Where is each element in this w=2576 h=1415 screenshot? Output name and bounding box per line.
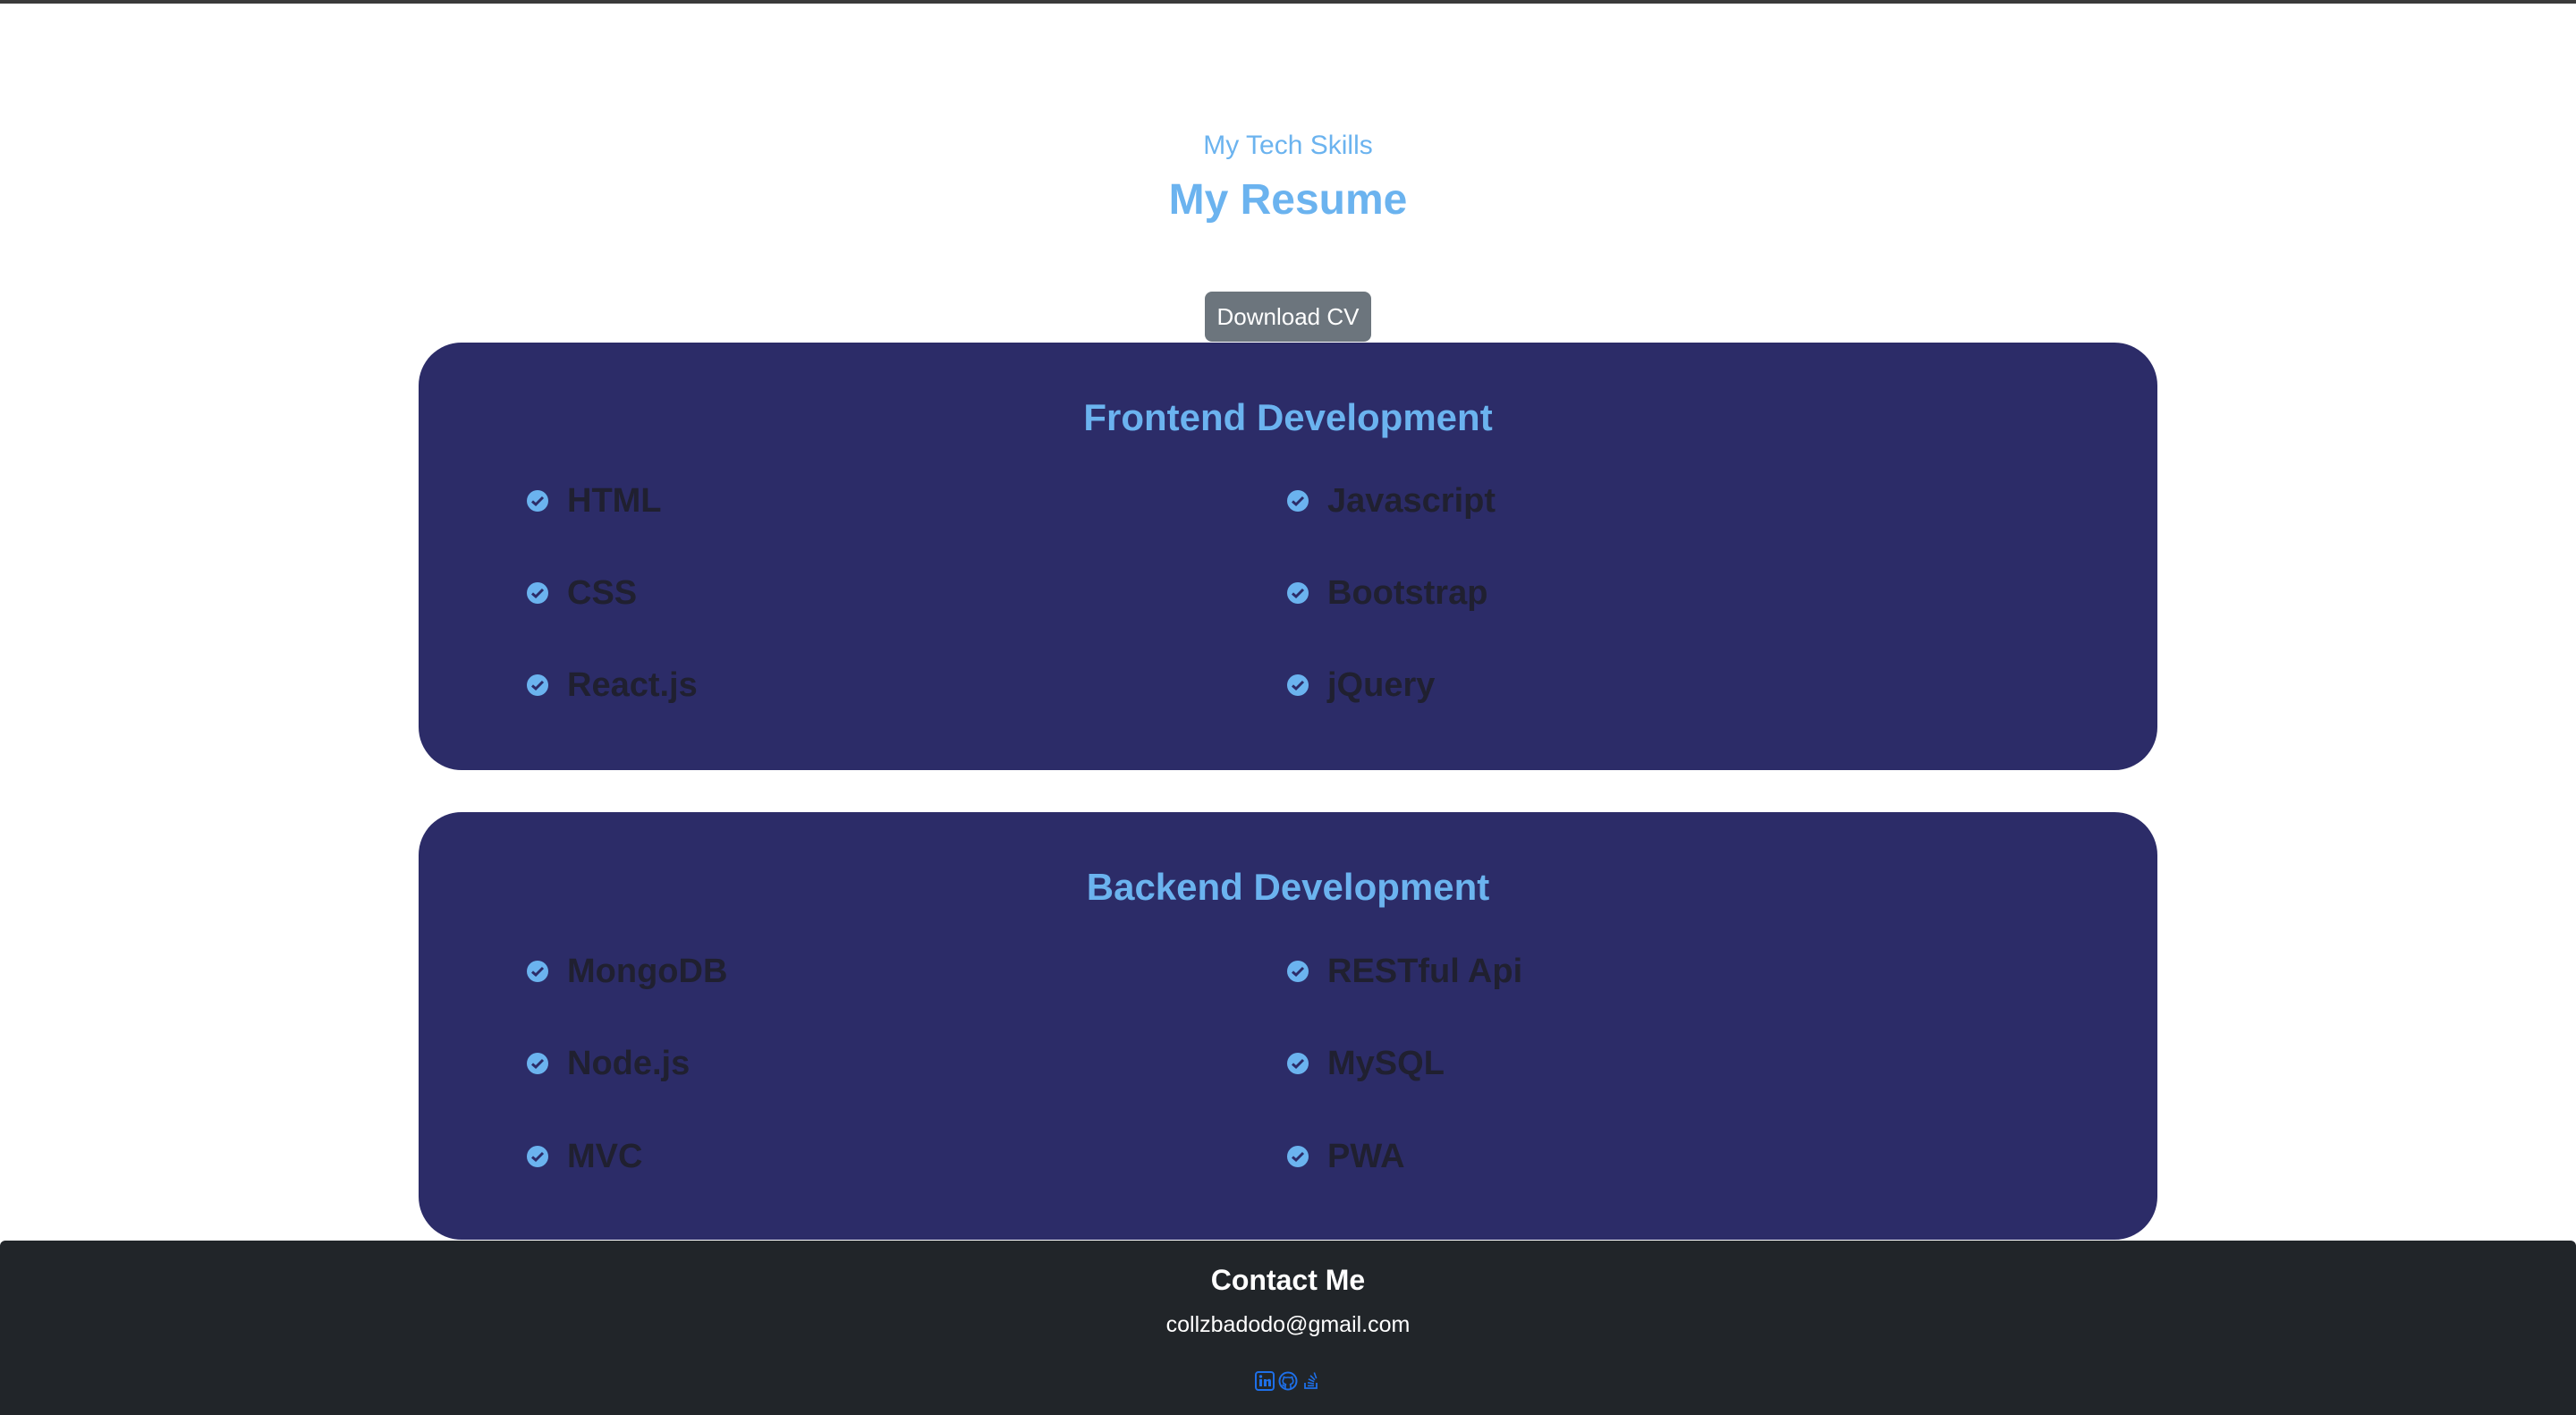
skill-item: Node.js bbox=[526, 1041, 690, 1086]
check-badge-icon bbox=[1287, 674, 1309, 696]
skill-label: MySQL bbox=[1327, 1044, 1445, 1082]
skill-item: MySQL bbox=[1286, 1041, 1445, 1086]
skill-label: HTML bbox=[567, 481, 662, 520]
skill-item: Javascript bbox=[1286, 479, 1496, 523]
backend-title: Backend Development bbox=[1086, 866, 1490, 908]
skill-label: CSS bbox=[567, 573, 638, 612]
contact-title: Contact Me bbox=[1210, 1264, 1366, 1296]
skill-label: React.js bbox=[567, 665, 698, 704]
check-badge-icon bbox=[527, 1053, 548, 1074]
check-badge-icon bbox=[527, 1146, 548, 1167]
social-links bbox=[1254, 1368, 1322, 1394]
footer: Contact Me collzbadodo@gmail.com bbox=[0, 1241, 2576, 1415]
skill-item: RESTful Api bbox=[1286, 949, 1522, 994]
skill-label: jQuery bbox=[1327, 665, 1436, 704]
backend-card: Backend Development MongoDB RESTful Api … bbox=[419, 812, 2157, 1240]
github-icon[interactable] bbox=[1278, 1371, 1298, 1391]
skill-label: MVC bbox=[567, 1137, 643, 1175]
stackoverflow-icon[interactable] bbox=[1301, 1371, 1321, 1391]
top-border bbox=[0, 0, 2576, 4]
skill-item: HTML bbox=[526, 479, 662, 523]
check-badge-icon bbox=[1287, 961, 1309, 982]
linkedin-icon[interactable] bbox=[1255, 1371, 1275, 1391]
check-badge-icon bbox=[527, 961, 548, 982]
skill-label: MongoDB bbox=[567, 952, 728, 990]
skill-item: React.js bbox=[526, 663, 698, 708]
skill-item: CSS bbox=[526, 571, 637, 615]
section-subtitle: My Tech Skills bbox=[1203, 131, 1373, 160]
contact-email[interactable]: collzbadodo@gmail.com bbox=[0, 1312, 2576, 1338]
check-badge-icon bbox=[527, 582, 548, 604]
check-badge-icon bbox=[1287, 582, 1309, 604]
frontend-title: Frontend Development bbox=[1083, 396, 1493, 438]
check-badge-icon bbox=[1287, 1053, 1309, 1074]
skill-label: Node.js bbox=[567, 1044, 691, 1082]
check-badge-icon bbox=[1287, 1146, 1309, 1167]
skill-item: MVC bbox=[526, 1134, 642, 1179]
skill-label: Javascript bbox=[1327, 481, 1496, 520]
skill-label: RESTful Api bbox=[1327, 952, 1523, 990]
page-title: My Resume bbox=[1168, 176, 1408, 224]
frontend-card: Frontend Development HTML Javascript CSS… bbox=[419, 343, 2157, 770]
check-badge-icon bbox=[527, 674, 548, 696]
skill-label: PWA bbox=[1327, 1137, 1405, 1175]
skill-label: Bootstrap bbox=[1327, 573, 1488, 612]
check-badge-icon bbox=[527, 490, 548, 512]
skill-item: jQuery bbox=[1286, 663, 1435, 708]
skill-item: PWA bbox=[1286, 1134, 1405, 1179]
skill-item: Bootstrap bbox=[1286, 571, 1487, 615]
check-badge-icon bbox=[1287, 490, 1309, 512]
skill-item: MongoDB bbox=[526, 949, 727, 994]
download-cv-button[interactable]: Download CV bbox=[1205, 292, 1371, 342]
